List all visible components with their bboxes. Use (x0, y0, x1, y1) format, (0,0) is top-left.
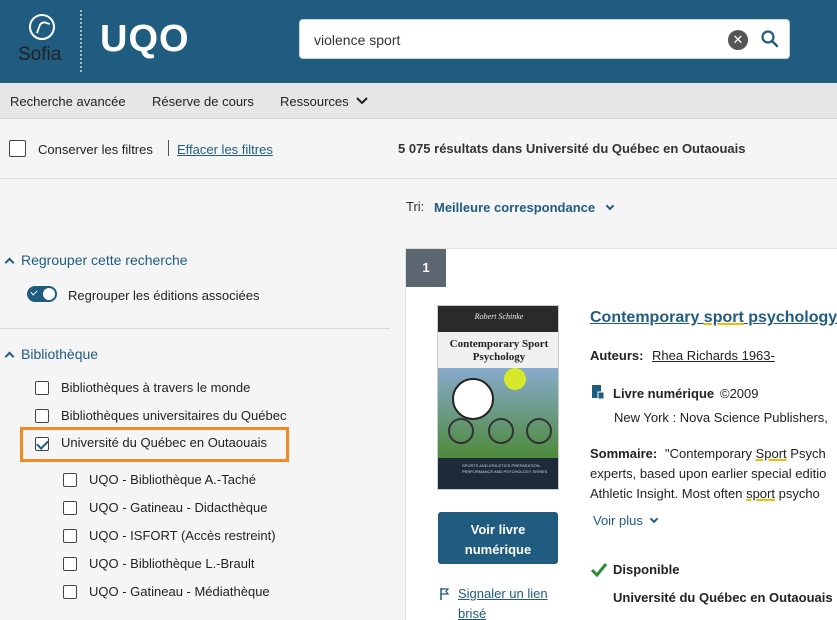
summary-keyword-highlight: sport (746, 486, 775, 501)
publisher: New York : Nova Science Publishers, (614, 410, 828, 425)
sofia-logo-text: Sofia (18, 44, 62, 65)
cover-author-name: Robert Schinke (474, 312, 524, 321)
sort-label: Tri: (406, 199, 425, 214)
bicycle-wheel-icon (488, 418, 514, 444)
uqo-logo[interactable]: UQO (100, 18, 190, 61)
clear-search-icon[interactable]: ✕ (728, 30, 748, 50)
sofia-logo-icon (29, 14, 55, 40)
summary-line: "Contemporary Sport Psych (665, 446, 826, 461)
keep-filters-label: Conserver les filtres (38, 142, 153, 157)
results-count: 5 075 résultats dans Université du Québe… (398, 141, 746, 156)
publication-year: ©2009 (720, 386, 759, 401)
check-icon (590, 563, 608, 578)
library-checkbox[interactable] (63, 473, 77, 487)
format-label: Livre numérique (613, 386, 715, 401)
view-ebook-button[interactable]: Voir livre numérique (438, 512, 558, 564)
nav-resources-label: Ressources (280, 94, 349, 109)
summary-text: "Contemporary (665, 446, 756, 461)
summary-keyword-highlight: Sport (755, 446, 787, 461)
bicycle-wheel-icon (526, 418, 552, 444)
nav-resources[interactable]: Ressources (280, 94, 368, 109)
group-editions-toggle[interactable] (27, 286, 57, 302)
summary-line: experts, based upon earlier special edit… (590, 466, 827, 481)
availability-location: Université du Québec en Outaouais (613, 590, 833, 605)
search-box: ✕ (299, 19, 790, 59)
library-checkbox-checked[interactable] (35, 437, 49, 451)
sort-value: Meilleure correspondance (434, 200, 596, 215)
summary-label: Sommaire: (590, 446, 658, 461)
author-link[interactable]: Rhea Richards 1963- (652, 348, 775, 363)
search-icon[interactable] (760, 29, 780, 49)
book-cover[interactable]: Robert Schinke Contemporary Sport Psycho… (437, 305, 559, 490)
cover-title: Contemporary Sport Psychology (449, 338, 549, 363)
sort-dropdown[interactable]: Meilleure correspondance (434, 200, 614, 215)
group-section-title: Regrouper cette recherche (21, 252, 188, 268)
library-section-toggle[interactable]: Bibliothèque (4, 346, 99, 362)
authors-label: Auteurs: (590, 348, 644, 363)
library-option-label[interactable]: UQO - Bibliothèque A.-Taché (89, 472, 256, 487)
report-broken-link-label: Signaler un lien brisé (458, 586, 548, 620)
ebook-icon (592, 385, 605, 400)
soccer-ball-icon (452, 378, 494, 420)
library-option-label[interactable]: UQO - Bibliothèque L.-Brault (89, 556, 254, 571)
clear-filters-link[interactable]: Effacer les filtres (177, 142, 273, 157)
bicycle-wheel-icon (448, 418, 474, 444)
tennis-ball-icon (504, 368, 526, 390)
chevron-down-icon (605, 201, 614, 211)
library-checkbox[interactable] (35, 381, 49, 395)
see-more-label: Voir plus (593, 513, 643, 528)
summary-text: Psych (786, 446, 826, 461)
cover-series: SPORTS AND ATHLETICS PREPARATION, PERFOR… (462, 463, 548, 474)
nav-course-reserve[interactable]: Réserve de cours (152, 94, 254, 109)
library-option-label[interactable]: UQO - Gatineau - Didacthèque (89, 500, 267, 515)
chevron-down-icon (649, 514, 659, 524)
cover-image (438, 368, 558, 458)
library-checkbox[interactable] (63, 557, 77, 571)
chevron-up-icon (4, 351, 15, 362)
summary-line: Athletic Insight. Most often sport psych… (590, 486, 820, 501)
group-section-toggle[interactable]: Regrouper cette recherche (4, 252, 188, 268)
summary-text: Athletic Insight. Most often (590, 486, 747, 501)
group-editions-label: Regrouper les éditions associées (68, 288, 260, 303)
library-checkbox[interactable] (63, 501, 77, 515)
see-more-link[interactable]: Voir plus (593, 513, 659, 528)
library-checkbox[interactable] (35, 409, 49, 423)
filter-bar: Conserver les filtres Effacer les filtre… (0, 120, 837, 179)
title-keyword-highlight: sport (703, 309, 744, 326)
result-title-link[interactable]: Contemporary sport psychology (590, 309, 837, 327)
library-section-title: Bibliothèque (21, 346, 99, 362)
title-text: psychology (743, 309, 837, 326)
library-option-label[interactable]: UQO - ISFORT (Accès restreint) (89, 528, 276, 543)
library-option-label[interactable]: Bibliothèques à travers le monde (61, 380, 250, 395)
cover-author: Robert Schinke (438, 312, 558, 321)
library-option-label[interactable]: Bibliothèques universitaires du Québec (61, 408, 286, 423)
library-option-label[interactable]: UQO - Gatineau - Médiathèque (89, 584, 270, 599)
library-option-label[interactable]: Université du Québec en Outaouais (61, 435, 267, 450)
sidebar-divider (0, 328, 390, 329)
filter-separator (168, 140, 169, 156)
summary-text: psycho (774, 486, 820, 501)
top-header: Sofia UQO ✕ (0, 0, 837, 83)
search-input[interactable] (314, 29, 714, 51)
flag-icon (440, 588, 450, 600)
availability-status: Disponible (613, 562, 680, 577)
sofia-logo[interactable]: Sofia (18, 14, 66, 70)
chevron-up-icon (4, 257, 15, 268)
nav-advanced-search[interactable]: Recherche avancée (10, 94, 126, 109)
report-broken-link[interactable]: Signaler un lien brisé (440, 584, 558, 620)
title-text: Contemporary (590, 309, 704, 326)
library-checkbox[interactable] (63, 529, 77, 543)
chevron-down-icon (356, 97, 368, 105)
main-nav: Recherche avancée Réserve de cours Resso… (0, 83, 837, 119)
library-checkbox[interactable] (63, 585, 77, 599)
cover-footer: SPORTS AND ATHLETICS PREPARATION, PERFOR… (438, 458, 558, 489)
logo-divider (80, 10, 82, 72)
result-number: 1 (406, 249, 446, 287)
keep-filters-checkbox[interactable] (9, 140, 26, 157)
